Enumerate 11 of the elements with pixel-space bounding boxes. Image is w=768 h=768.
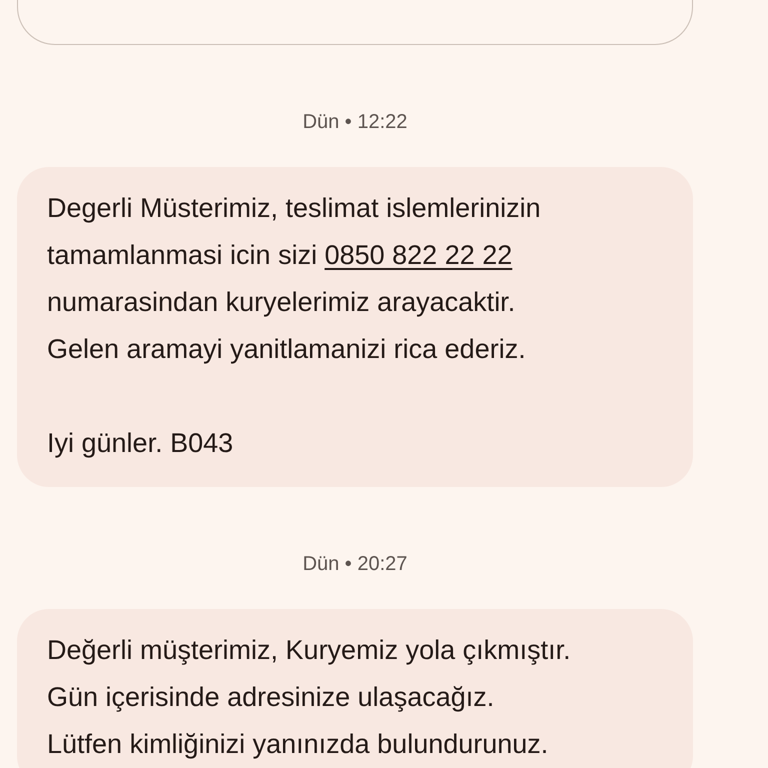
message-timestamp: Dün • 12:22 — [302, 111, 408, 134]
message-text: Iyi günler. B043 — [47, 427, 234, 460]
message-text: Degerli Müsterimiz, teslimat islemlerinizin — [47, 192, 542, 225]
phone-link[interactable]: 0850 822 22 22 — [324, 240, 512, 270]
message-text: Değerli müşterimiz, Kuryemiz yola çıkmıştır. — [47, 634, 572, 667]
message-text: tamamlanmasi icin sizi — [47, 240, 318, 270]
message-timestamp: Dün • 20:27 — [302, 553, 408, 576]
message-text: numarasindan kuryelerimiz arayacaktir. — [47, 286, 516, 319]
message-text: Gün içerisinde adresinize ulaşacağız. — [47, 681, 496, 714]
message-text: Lütfen kimliğinizi yanınızda bulundurunuz. — [47, 728, 550, 761]
message-text: Gelen aramayi yanitlamanizi rica ederiz. — [47, 333, 527, 366]
